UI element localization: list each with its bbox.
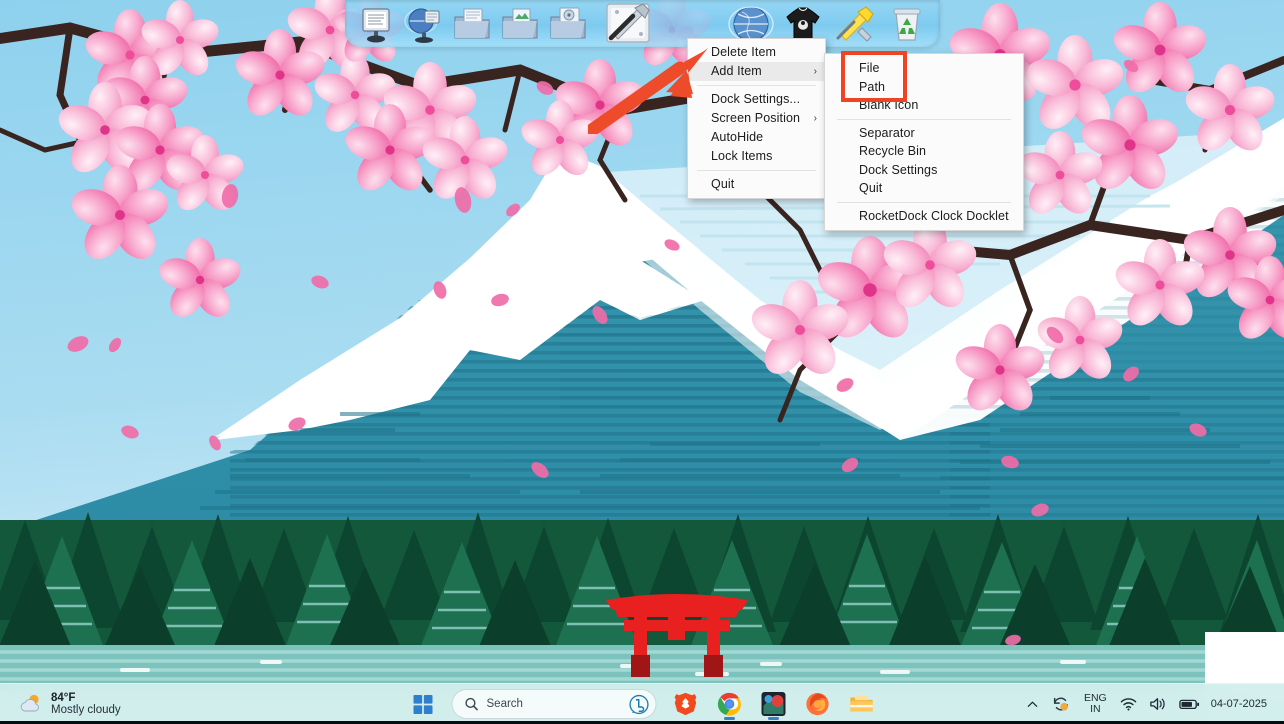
pictures-folder-icon[interactable] xyxy=(497,3,543,47)
search-input[interactable]: Search xyxy=(451,689,657,719)
menu-item-autohide[interactable]: AutoHide xyxy=(688,128,825,147)
language-bottom: IN xyxy=(1090,703,1101,715)
desktop-screen: Delete Item Add Item › Dock Settings... … xyxy=(0,0,1284,724)
submenu-item-file[interactable]: File xyxy=(825,59,1023,78)
submenu-item-blank-icon[interactable]: Blank Icon xyxy=(825,96,1023,115)
submenu-item-rocketdock-clock-docklet[interactable]: RocketDock Clock Docklet xyxy=(825,207,1023,226)
taskbar-app-brave-browser[interactable] xyxy=(667,687,705,721)
music-folder-icon[interactable] xyxy=(545,3,591,47)
taskbar-app-tile[interactable] xyxy=(755,687,793,721)
desktop-wallpaper xyxy=(0,0,1284,724)
menu-item-add-item[interactable]: Add Item › xyxy=(688,62,825,81)
tray-overflow-button[interactable] xyxy=(1020,688,1045,720)
chevron-right-icon: › xyxy=(813,66,817,77)
menu-item-delete-item[interactable]: Delete Item xyxy=(688,43,825,62)
tray-volume-button[interactable] xyxy=(1143,688,1173,720)
firefox-icon xyxy=(806,692,829,716)
taskbar-center-group: Search xyxy=(404,687,881,721)
chevron-right-icon: › xyxy=(813,113,817,124)
submenu-item-dock-settings[interactable]: Dock Settings xyxy=(825,161,1023,180)
brave-browser-icon xyxy=(674,692,697,716)
submenu-item-path[interactable]: Path xyxy=(825,78,1023,97)
hammer-wrench-icon[interactable] xyxy=(832,2,878,46)
onedrive-sync-icon xyxy=(1053,697,1069,711)
google-chrome-icon xyxy=(717,692,741,716)
internet-globe-shortcut-icon[interactable] xyxy=(401,3,447,47)
dock-left-icon-group xyxy=(353,0,665,47)
chevron-up-icon xyxy=(1027,701,1038,707)
rocketdock-bar[interactable] xyxy=(345,0,940,47)
tools-hammer-wrench-icon[interactable] xyxy=(593,0,665,47)
taskbar-app-file-explorer[interactable] xyxy=(843,687,881,721)
file-explorer-icon xyxy=(850,695,873,712)
system-tray: ENG IN 04-07-2025 xyxy=(1020,688,1276,720)
partly-cloudy-sun-icon xyxy=(20,694,39,712)
windows-taskbar: 84°F Mostly cloudy Search ENG IN 04-07-2… xyxy=(0,683,1284,724)
battery-icon xyxy=(1179,699,1199,710)
menu-item-quit[interactable]: Quit xyxy=(688,175,825,194)
taskbar-app-firefox[interactable] xyxy=(799,687,837,721)
weather-temperature: 84°F xyxy=(51,691,76,704)
tray-language-indicator[interactable]: ENG IN xyxy=(1077,693,1114,714)
documents-folder-icon[interactable] xyxy=(449,3,495,47)
menu-item-dock-settings[interactable]: Dock Settings... xyxy=(688,90,825,109)
menu-item-add-item-label: Add Item xyxy=(711,64,762,78)
menu-item-screen-position-label: Screen Position xyxy=(711,111,801,125)
menu-item-screen-position[interactable]: Screen Position › xyxy=(688,109,825,128)
add-item-submenu[interactable]: File Path Blank Icon Separator Recycle B… xyxy=(824,53,1024,231)
tray-wifi-button[interactable] xyxy=(1114,688,1143,720)
taskbar-clock[interactable]: 04-07-2025 xyxy=(1206,698,1276,710)
running-indicator xyxy=(724,717,735,720)
taskbar-app-google-chrome[interactable] xyxy=(711,687,749,721)
clock-date: 04-07-2025 xyxy=(1210,697,1267,710)
weather-condition: Mostly cloudy xyxy=(51,704,121,716)
menu-item-lock-items[interactable]: Lock Items xyxy=(688,147,825,166)
submenu-separator xyxy=(837,201,1011,203)
recycle-bin-icon[interactable] xyxy=(884,2,930,46)
running-indicator xyxy=(768,717,779,720)
search-placeholder: Search xyxy=(486,698,523,710)
submenu-item-separator[interactable]: Separator xyxy=(825,124,1023,143)
start-button[interactable] xyxy=(404,687,442,721)
notepad-document-icon[interactable] xyxy=(353,3,399,47)
search-icon xyxy=(465,697,478,711)
submenu-separator xyxy=(837,118,1011,120)
taskbar-weather-widget[interactable]: 84°F Mostly cloudy xyxy=(18,691,121,717)
dock-context-menu[interactable]: Delete Item Add Item › Dock Settings... … xyxy=(687,38,826,199)
app-tile-icon xyxy=(761,692,786,716)
speaker-icon xyxy=(1149,698,1165,710)
submenu-item-recycle-bin[interactable]: Recycle Bin xyxy=(825,142,1023,161)
weather-text-group: 84°F Mostly cloudy xyxy=(51,692,121,717)
tray-battery-button[interactable] xyxy=(1173,688,1206,720)
tray-onedrive-sync-button[interactable] xyxy=(1045,688,1077,720)
menu-separator xyxy=(697,170,816,171)
bing-copilot-icon[interactable] xyxy=(629,694,650,715)
submenu-item-quit[interactable]: Quit xyxy=(825,179,1023,198)
wifi-icon xyxy=(1120,697,1137,711)
windows-logo-icon xyxy=(413,694,432,714)
menu-separator xyxy=(697,85,816,86)
